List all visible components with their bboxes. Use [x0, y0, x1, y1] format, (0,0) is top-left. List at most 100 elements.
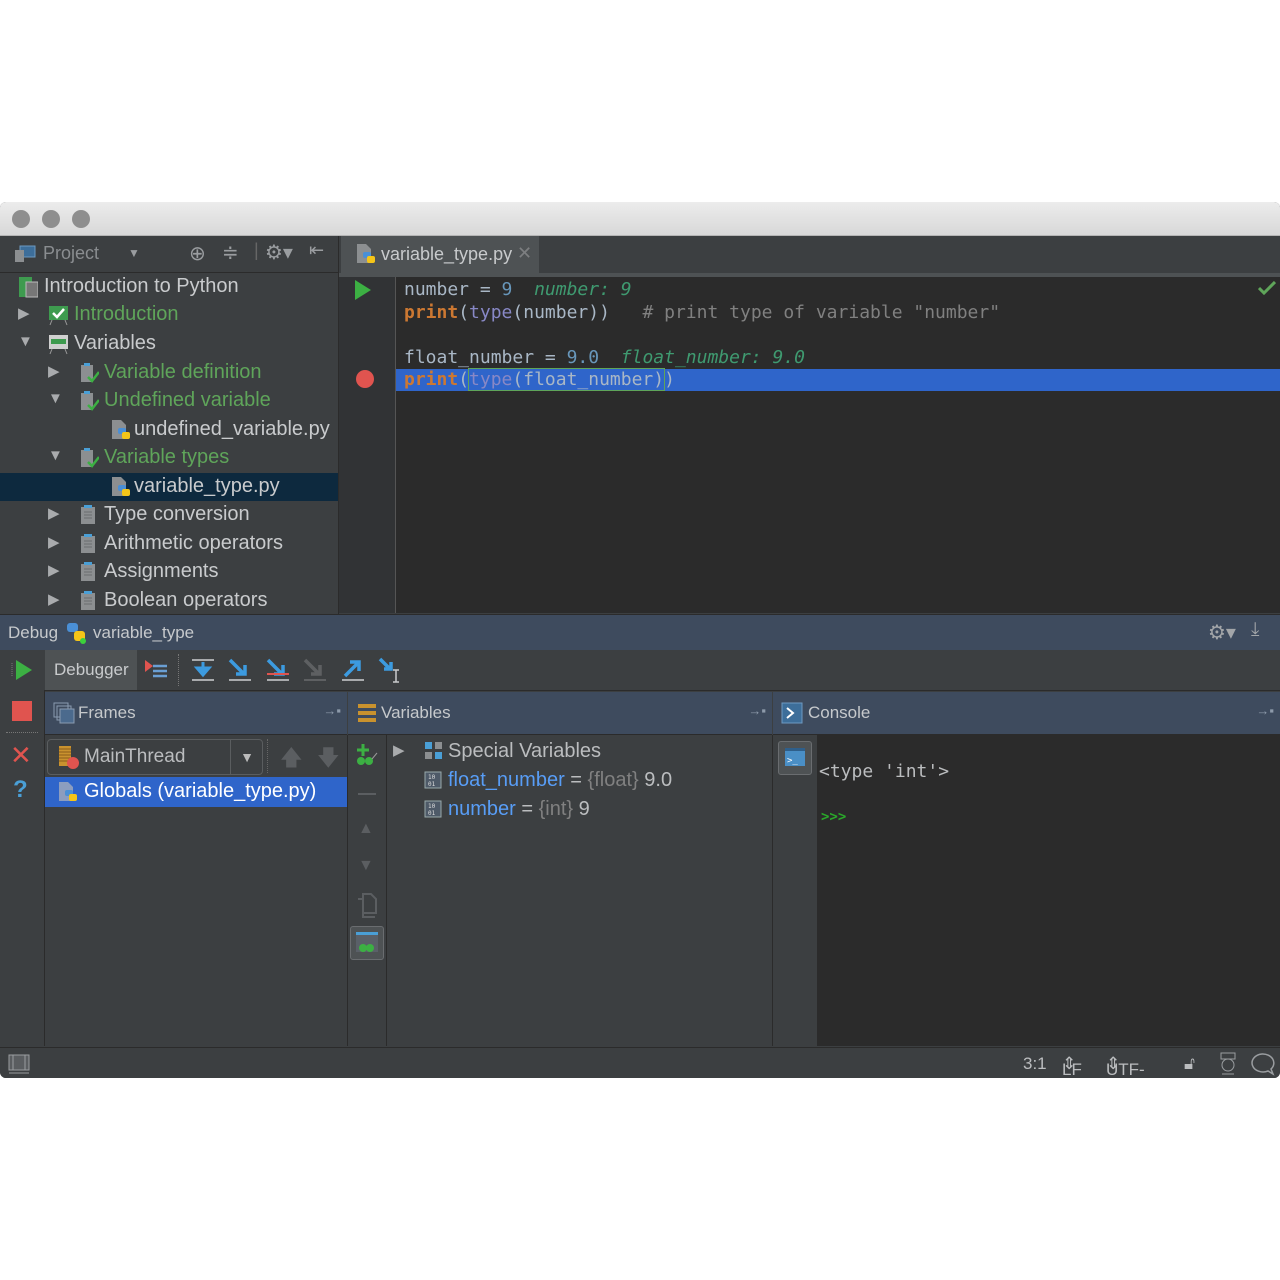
tree-item-task[interactable]: ▶ Arithmetic operators	[0, 530, 338, 558]
event-log-icon[interactable]	[1249, 1052, 1275, 1076]
encoding-selector[interactable]: UTF-8⇕	[1106, 1054, 1145, 1078]
debug-config-name[interactable]: variable_type	[93, 623, 194, 643]
help-icon[interactable]: ?	[13, 776, 28, 804]
variable-row[interactable]: 10 01 float_number = {float} 9.0	[387, 767, 772, 795]
status-bar: 3:1 LF⇕ UTF-8⇕ 🔓︎	[0, 1047, 1280, 1078]
move-down-icon[interactable]: ▼	[358, 857, 374, 875]
frames-label: Frames	[78, 703, 136, 722]
variable-row[interactable]: 10 01 number = {int} 9	[387, 796, 772, 824]
zoom-window-button[interactable]	[72, 210, 90, 228]
hide-panel-icon[interactable]: ⇤	[309, 240, 324, 261]
run-to-cursor-icon[interactable]	[377, 656, 405, 684]
thread-selector[interactable]: MainThread ▼	[47, 739, 263, 775]
restore-layout-icon[interactable]: →▪	[1256, 703, 1274, 718]
lesson-icon	[49, 335, 68, 355]
tree-item-task[interactable]: ▶ Boolean operators	[0, 587, 338, 615]
console-prompt[interactable]: >>>	[821, 809, 846, 825]
show-watches-toggle[interactable]	[350, 926, 384, 960]
command-line-icon: >_	[785, 748, 805, 766]
tree-item-task[interactable]: ▼ Undefined variable	[0, 387, 338, 415]
expand-arrow-icon[interactable]: ▶	[393, 741, 405, 759]
breakpoint-icon[interactable]	[355, 369, 375, 389]
new-watch-icon[interactable]	[354, 743, 380, 767]
expand-arrow-icon[interactable]: ▶	[18, 304, 34, 322]
close-debug-session-icon[interactable]: ✕	[10, 740, 32, 771]
python-file-icon	[112, 477, 130, 496]
expand-arrow-icon[interactable]: ▶	[48, 590, 64, 608]
variables-panel-header: Variables →▪	[348, 692, 772, 735]
chevron-down-icon[interactable]: ▼	[128, 246, 140, 260]
collapse-arrow-icon[interactable]: ▼	[48, 447, 64, 464]
step-into-icon[interactable]	[226, 656, 254, 684]
step-over-icon[interactable]	[189, 656, 217, 684]
svg-text:01: 01	[428, 781, 436, 788]
frames-panel-header: Frames →▪	[45, 692, 347, 735]
code-editor[interactable]: number = 9 number: 9 print(type(number))…	[396, 277, 1280, 613]
collapse-arrow-icon[interactable]: ▼	[18, 333, 34, 350]
editor-gutter[interactable]	[339, 277, 396, 613]
tab-debugger[interactable]: Debugger	[45, 650, 137, 690]
code-line-4: float_number = 9.0 float_number: 9.0	[404, 347, 805, 368]
minimize-window-button[interactable]	[42, 210, 60, 228]
tree-item-label: Variables	[74, 332, 156, 354]
resume-icon[interactable]	[10, 658, 34, 682]
gear-icon[interactable]: ⚙▾	[265, 240, 293, 265]
project-tree: Introduction to Python ▶ Introduction ▼ …	[0, 273, 338, 613]
tree-item-task[interactable]: ▼ Variable types	[0, 444, 338, 472]
force-step-into-icon[interactable]	[301, 656, 329, 684]
python-file-icon	[112, 420, 130, 439]
frame-label: Globals (variable_type.py)	[84, 780, 317, 802]
gear-icon[interactable]: ⚙▾	[1208, 620, 1236, 645]
restore-layout-icon[interactable]: →▪	[748, 703, 766, 718]
tree-item-file[interactable]: undefined_variable.py	[0, 416, 338, 444]
tree-item-label: Introduction	[74, 303, 179, 325]
frame-item-selected[interactable]: Globals (variable_type.py)	[45, 777, 347, 807]
tree-item-lesson[interactable]: ▶ Introduction	[0, 301, 338, 329]
collapse-arrow-icon[interactable]: ▼	[48, 390, 64, 407]
lock-icon[interactable]: 🔓︎	[1184, 1054, 1195, 1074]
console-output[interactable]: <type 'int'> >>>	[817, 735, 1280, 1046]
copy-icon[interactable]	[356, 893, 378, 919]
restore-layout-icon[interactable]: →▪	[323, 703, 341, 718]
tree-item-label: Arithmetic operators	[104, 532, 283, 554]
close-tab-icon[interactable]: ✕	[517, 243, 532, 264]
close-window-button[interactable]	[12, 210, 30, 228]
tab-label: variable_type.py	[381, 244, 513, 264]
editor-tab-variable-type[interactable]: variable_type.py ✕	[341, 236, 539, 273]
minimize-panel-icon[interactable]: ⤓	[1251, 619, 1259, 641]
locate-icon[interactable]: ⊕	[189, 241, 206, 266]
console-toolbar: >_	[773, 735, 817, 1046]
previous-frame-icon[interactable]: 🡅	[280, 741, 303, 779]
remove-watch-icon[interactable]	[358, 793, 376, 795]
chevron-down-icon[interactable]: ▼	[230, 740, 263, 774]
inspection-ok-icon[interactable]	[1258, 281, 1276, 295]
expand-arrow-icon[interactable]: ▶	[48, 362, 64, 380]
show-execution-point-icon[interactable]	[143, 656, 171, 684]
variables-label: Variables	[381, 703, 451, 722]
tree-item-task[interactable]: ▶ Assignments	[0, 558, 338, 586]
tree-item-lesson[interactable]: ▼ Variables	[0, 330, 338, 358]
tree-item-task[interactable]: ▶ Variable definition	[0, 359, 338, 387]
collapse-all-icon[interactable]: ≑	[222, 240, 239, 265]
expand-arrow-icon[interactable]: ▶	[48, 504, 64, 522]
tree-item-label: Introduction to Python	[44, 275, 239, 297]
tree-item-label: Undefined variable	[104, 389, 271, 411]
tree-item-task[interactable]: ▶ Type conversion	[0, 501, 338, 529]
step-out-icon[interactable]	[339, 656, 367, 684]
expand-arrow-icon[interactable]: ▶	[48, 533, 64, 551]
move-up-icon[interactable]: ▲	[358, 820, 374, 838]
expand-arrow-icon[interactable]: ▶	[48, 561, 64, 579]
caret-position[interactable]: 3:1	[1023, 1054, 1047, 1074]
inspector-icon[interactable]	[1217, 1052, 1239, 1076]
line-separator-selector[interactable]: LF ⇕	[1062, 1054, 1082, 1078]
stop-icon[interactable]	[11, 700, 33, 722]
run-marker-icon[interactable]	[353, 279, 373, 301]
next-frame-icon[interactable]: 🡇	[317, 741, 340, 779]
tree-item-file-selected[interactable]: variable_type.py	[0, 473, 338, 501]
tool-windows-icon[interactable]	[8, 1054, 30, 1074]
show-command-line-toggle[interactable]: >_	[778, 741, 812, 775]
variables-icon	[358, 704, 376, 722]
project-view-selector[interactable]: Project	[43, 243, 99, 264]
step-into-my-code-icon[interactable]	[264, 656, 292, 684]
tree-item-course[interactable]: Introduction to Python	[0, 273, 338, 301]
